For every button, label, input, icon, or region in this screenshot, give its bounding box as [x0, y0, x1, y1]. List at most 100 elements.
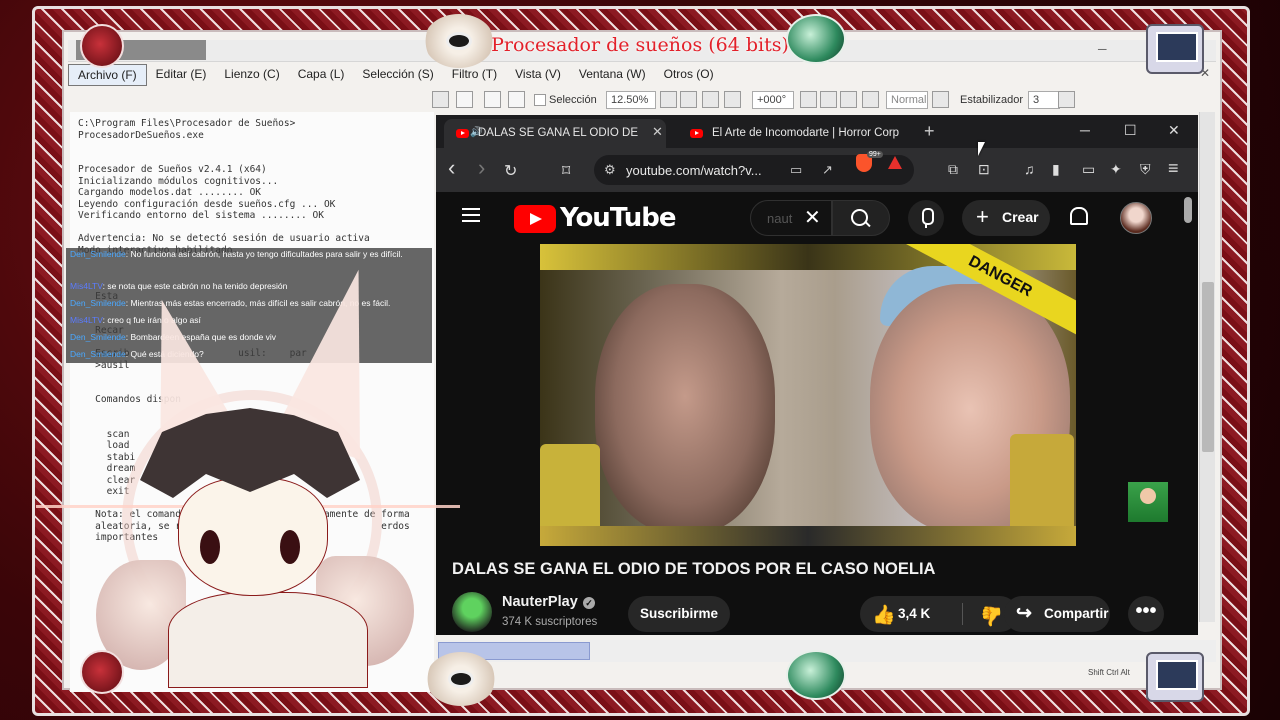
character-eye-right: [280, 530, 300, 564]
zoom-button[interactable]: [702, 91, 719, 108]
selection-checkbox[interactable]: [534, 94, 546, 106]
toolbar-tool-icon[interactable]: [456, 91, 473, 108]
stabilizer-dropdown[interactable]: [1058, 91, 1075, 108]
brave-rewards-icon[interactable]: [888, 156, 902, 169]
more-actions-button[interactable]: •••: [1128, 596, 1164, 632]
microphone-icon[interactable]: [908, 200, 944, 236]
like-count[interactable]: 3,4 K: [898, 606, 930, 621]
plus-icon: +: [976, 204, 989, 229]
zoom-button[interactable]: [660, 91, 677, 108]
tab-label: El Arte de Incomodarte | Horror Corp: [712, 127, 900, 139]
toolbar-tool-icon[interactable]: [484, 91, 501, 108]
account-avatar[interactable]: [1120, 202, 1152, 234]
tab-label: DALAS SE GANA EL ODIO DE: [478, 127, 638, 139]
dislike-icon[interactable]: 👍: [980, 604, 1004, 628]
wallet-icon[interactable]: ▭: [1082, 161, 1095, 178]
search-value[interactable]: naut: [767, 211, 792, 226]
reload-icon[interactable]: ↻: [504, 161, 517, 181]
minimize-icon[interactable]: ─: [1080, 122, 1090, 138]
speaker-icon[interactable]: 🔊: [470, 127, 482, 138]
app-scrollbar[interactable]: [1199, 112, 1215, 622]
maximize-icon[interactable]: ☐: [1124, 122, 1137, 139]
youtube-logo-text[interactable]: YouTube: [560, 203, 676, 233]
character-body: [168, 592, 368, 688]
blend-button[interactable]: [932, 91, 949, 108]
address-bar-row: ‹ › ↻ ⌑ ⚙ youtube.com/watch?v... ▭ ↗ 99+…: [436, 148, 1198, 192]
selection-label: Selección: [549, 94, 597, 106]
video-title: DALAS SE GANA EL ODIO DE TODOS POR EL CA…: [452, 560, 936, 578]
page-scrollbar[interactable]: [1184, 197, 1192, 223]
create-button[interactable]: + Crear: [962, 200, 1050, 236]
search-clear-icon[interactable]: ✕: [804, 205, 821, 230]
channel-avatar[interactable]: [452, 592, 492, 632]
extensions-icon[interactable]: ⧉: [948, 161, 958, 178]
new-tab-button[interactable]: +: [924, 121, 935, 142]
chat-username[interactable]: Den_Smilende: [70, 249, 126, 259]
chat-username[interactable]: Mis4LTV: [70, 315, 103, 325]
app-toolbar: Selección 12.50% +000° Normal Estabiliza…: [428, 88, 1218, 112]
browser-menu-icon[interactable]: ≡: [1168, 158, 1179, 179]
url-text[interactable]: youtube.com/watch?v...: [626, 163, 762, 178]
youtube-logo-icon[interactable]: [514, 205, 556, 233]
stabilizer-label: Estabilizador: [960, 94, 1023, 106]
stabilizer-field[interactable]: 3: [1028, 91, 1060, 109]
menu-layer[interactable]: Capa (L): [289, 64, 354, 86]
notifications-bell-icon[interactable]: [1068, 207, 1088, 225]
wallet-lock-icon[interactable]: ⊡: [978, 161, 990, 178]
subscribe-button[interactable]: Suscribirme: [628, 596, 730, 632]
hamburger-menu-icon[interactable]: [462, 208, 480, 222]
blend-mode-select[interactable]: Normal: [886, 91, 928, 109]
menu-window[interactable]: Ventana (W): [570, 64, 655, 86]
winged-eye-icon: [426, 652, 496, 706]
rotate-button[interactable]: [862, 91, 879, 108]
music-icon[interactable]: ♫: [1024, 161, 1035, 177]
browser-window: 🔊 DALAS SE GANA EL ODIO DE ✕ El Arte de …: [436, 115, 1198, 635]
share-page-icon[interactable]: ↗: [822, 162, 833, 178]
tab-close-icon[interactable]: ✕: [652, 124, 663, 140]
share-button[interactable]: ↪ Compartir: [1004, 596, 1110, 632]
search-icon[interactable]: [832, 200, 890, 236]
cast-icon[interactable]: ▭: [790, 162, 802, 178]
leo-ai-icon[interactable]: ✦: [1110, 161, 1122, 178]
chat-username[interactable]: Den_Smilende: [70, 298, 126, 308]
toolbar-tool-icon[interactable]: [432, 91, 449, 108]
sidebar-icon[interactable]: ▮: [1052, 161, 1060, 178]
forward-icon[interactable]: ›: [478, 155, 485, 181]
scrollbar-thumb[interactable]: [1202, 282, 1214, 452]
subscriber-count: 374 K suscriptores: [502, 616, 598, 628]
tab-horror-corp[interactable]: El Arte de Incomodarte | Horror Corp: [678, 119, 914, 148]
youtube-favicon-icon: [690, 129, 703, 138]
like-icon[interactable]: 👍: [872, 603, 896, 627]
chat-username[interactable]: Mis4LTV: [70, 281, 103, 291]
winged-eye-icon: [424, 14, 494, 68]
site-settings-icon[interactable]: ⚙: [604, 162, 616, 178]
frame-title: Procesador de sueños (64 bits): [491, 34, 789, 56]
menu-view[interactable]: Vista (V): [506, 64, 570, 86]
youtube-favicon-icon: [456, 129, 469, 138]
bookmark-icon[interactable]: ⌑: [562, 161, 570, 181]
rotate-button[interactable]: [840, 91, 857, 108]
video-barrel-bottom: [540, 526, 1076, 546]
rotate-button[interactable]: [820, 91, 837, 108]
vpn-icon[interactable]: ⛨: [1140, 161, 1151, 178]
modifier-keys: Shift Ctrl Alt: [1088, 668, 1130, 677]
menu-edit[interactable]: Editar (E): [147, 64, 216, 86]
menu-canvas[interactable]: Lienzo (C): [215, 64, 288, 86]
angle-field[interactable]: +000°: [752, 91, 794, 109]
like-dislike-group: 👍 3,4 K 👍: [860, 596, 1018, 632]
chat-text: No funciona así cabrón, hasta yo tengo d…: [130, 249, 403, 259]
rotate-button[interactable]: [800, 91, 817, 108]
channel-name[interactable]: NauterPlay: [502, 594, 578, 610]
back-icon[interactable]: ‹: [448, 155, 455, 181]
close-icon[interactable]: ✕: [1168, 122, 1180, 139]
toolbar-tool-icon[interactable]: [508, 91, 525, 108]
tab-youtube-dalas[interactable]: 🔊 DALAS SE GANA EL ODIO DE: [444, 119, 666, 148]
chat-text: se nota que este cabrón no ha tenido dep…: [107, 281, 288, 291]
video-player[interactable]: DANGER: [540, 244, 1076, 546]
tab-strip: 🔊 DALAS SE GANA EL ODIO DE ✕ El Arte de …: [436, 115, 1198, 148]
computer-ornament-icon: [1146, 24, 1204, 74]
zoom-button[interactable]: [724, 91, 741, 108]
zoom-field[interactable]: 12.50%: [606, 91, 656, 109]
menu-others[interactable]: Otros (O): [655, 64, 723, 86]
zoom-button[interactable]: [680, 91, 697, 108]
